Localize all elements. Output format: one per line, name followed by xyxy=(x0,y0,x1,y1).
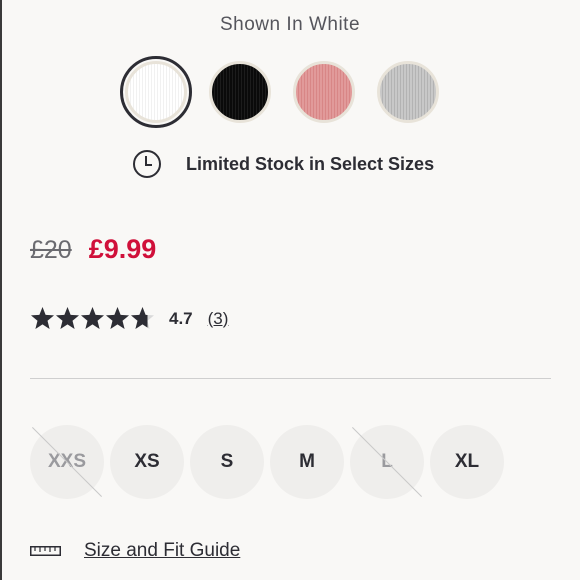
swatch-pink-chip xyxy=(293,61,355,123)
size-option-xxs[interactable]: XXS xyxy=(30,425,104,499)
star-icon xyxy=(131,307,154,329)
stock-notice: Limited Stock in Select Sizes xyxy=(132,149,434,179)
swatch-white[interactable] xyxy=(120,56,192,128)
star-icon xyxy=(81,307,104,329)
ruler-icon xyxy=(30,546,61,556)
size-option-l[interactable]: L xyxy=(350,425,424,499)
divider xyxy=(30,378,551,379)
size-option-xl[interactable]: XL xyxy=(430,425,504,499)
swatch-black[interactable] xyxy=(204,56,276,128)
size-option-m[interactable]: M xyxy=(270,425,344,499)
star-icon xyxy=(106,307,129,329)
price-block: £20 £9.99 xyxy=(30,234,156,265)
sale-price: £9.99 xyxy=(88,234,157,264)
review-count-link[interactable]: (3) xyxy=(208,309,229,329)
colour-swatches xyxy=(120,56,456,128)
star-icon xyxy=(56,307,79,329)
star-rating xyxy=(30,306,155,331)
star-icon xyxy=(31,307,54,329)
swatch-grey-chip xyxy=(377,61,439,123)
left-border xyxy=(0,0,2,580)
stock-message: Limited Stock in Select Sizes xyxy=(186,153,435,174)
size-guide: Size and Fit Guide xyxy=(30,540,240,562)
swatch-white-chip xyxy=(125,61,187,123)
rating-value: 4.7 xyxy=(169,308,193,328)
size-selector: XXS XS S M L XL xyxy=(30,425,510,499)
swatch-black-chip xyxy=(209,61,271,123)
size-option-s[interactable]: S xyxy=(190,425,264,499)
size-option-xs[interactable]: XS xyxy=(110,425,184,499)
clock-icon xyxy=(133,150,161,178)
size-guide-link[interactable]: Size and Fit Guide xyxy=(84,540,240,562)
swatch-grey[interactable] xyxy=(372,56,444,128)
selected-colour-label: Shown In White xyxy=(219,14,361,35)
original-price: £20 xyxy=(30,236,72,264)
swatch-pink[interactable] xyxy=(288,56,360,128)
rating-summary: 4.7 (3) xyxy=(30,306,228,331)
